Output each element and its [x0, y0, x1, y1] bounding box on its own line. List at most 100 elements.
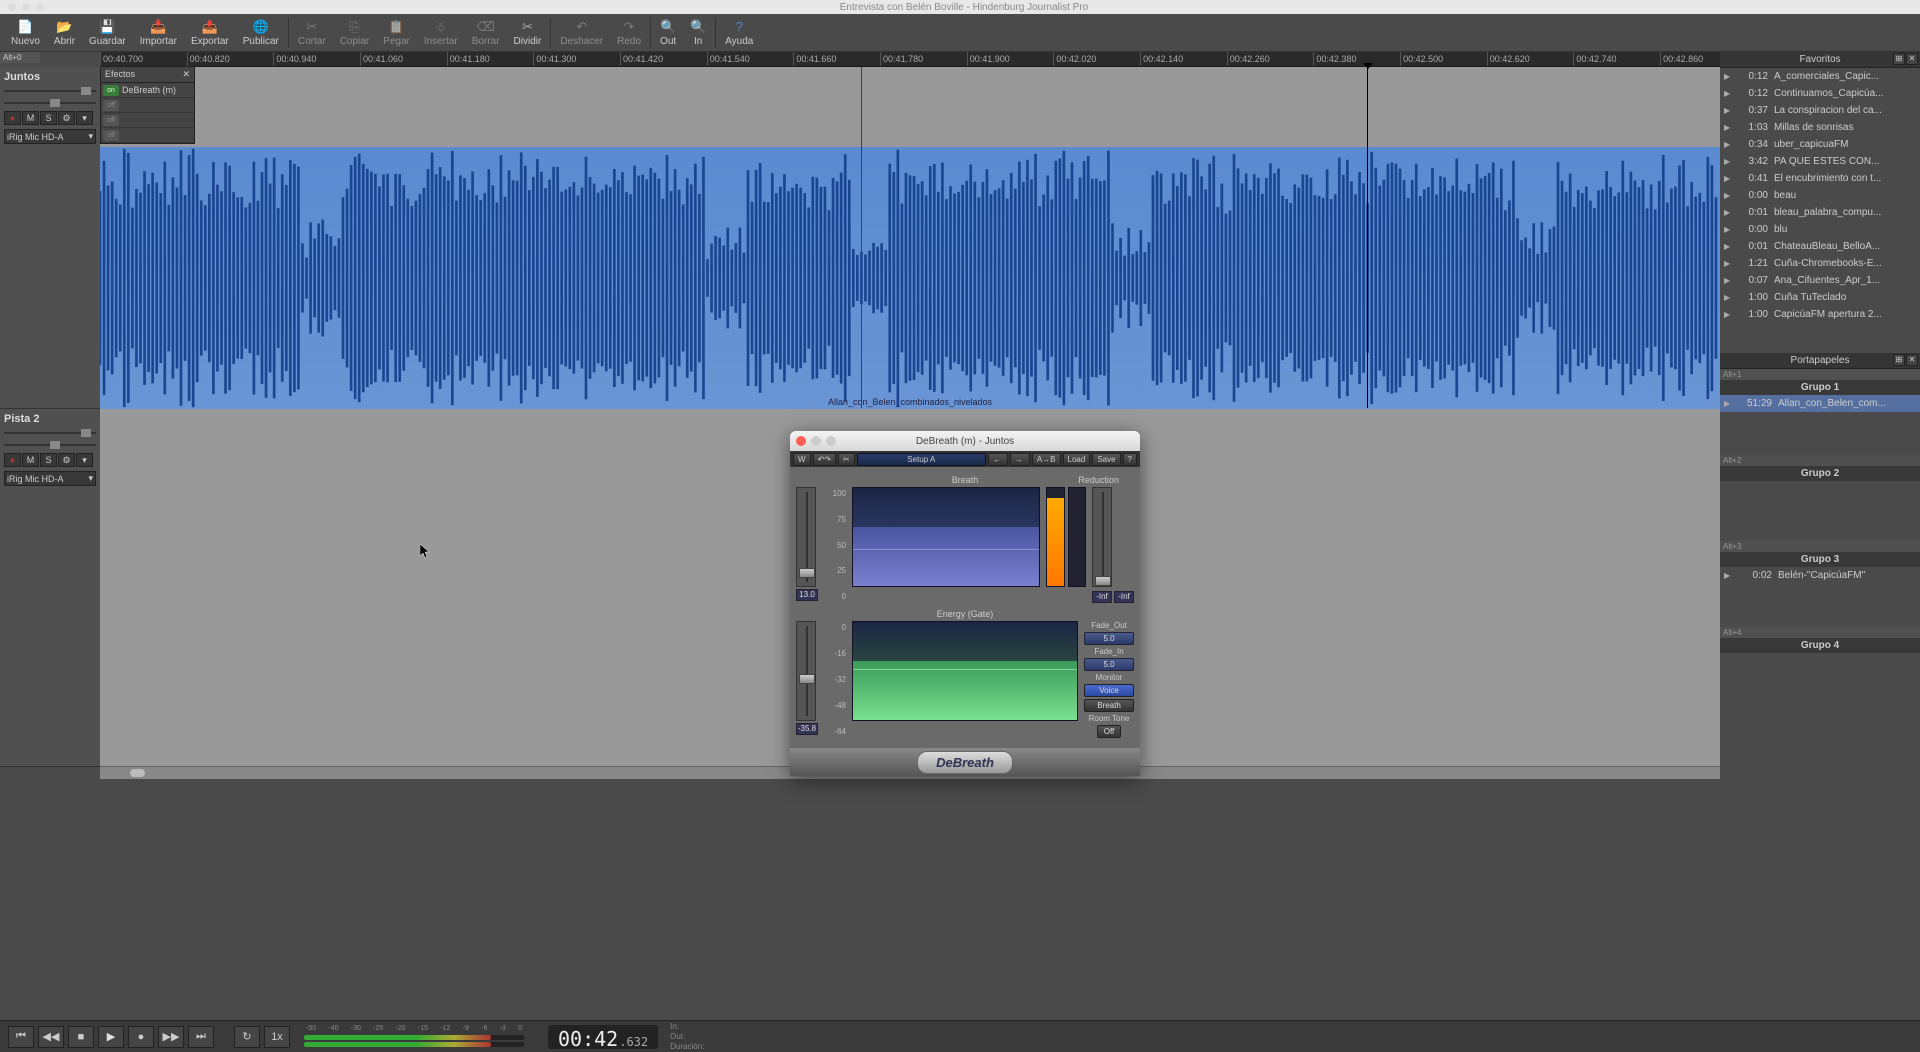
effect-toggle[interactable]: off — [103, 100, 119, 111]
favorite-item[interactable]: ▶0:00blu — [1720, 221, 1920, 238]
effect-slot[interactable]: off — [101, 98, 194, 113]
rewind-button[interactable]: ◀◀ — [38, 1026, 64, 1048]
goto-start-button[interactable]: ⏮ — [8, 1026, 34, 1048]
pan-slider[interactable] — [4, 87, 96, 95]
play-icon[interactable]: ▶ — [1724, 89, 1734, 98]
forward-button[interactable]: ▶▶ — [158, 1026, 184, 1048]
favorite-item[interactable]: ▶1:03Millas de sonrisas — [1720, 119, 1920, 136]
group-header[interactable]: Grupo 3 — [1720, 552, 1920, 567]
toolbar-exportar-button[interactable]: 📤Exportar — [184, 17, 236, 49]
toolbar-abrir-button[interactable]: 📂Abrir — [47, 17, 82, 49]
toolbar-publicar-button[interactable]: 🌐Publicar — [236, 17, 286, 49]
breath-threshold-slider[interactable] — [796, 487, 816, 587]
solo-button[interactable]: S — [40, 453, 57, 467]
input-select[interactable]: iRig Mic HD-A▾ — [4, 129, 96, 144]
energy-threshold-slider[interactable] — [796, 621, 816, 721]
toolbar-insertar-button[interactable]: ⎀Insertar — [417, 17, 465, 49]
effect-slot[interactable]: off — [101, 128, 194, 143]
timeline-ruler[interactable]: Alt+0 00:40.70000:40.82000:40.94000:41.0… — [100, 52, 1920, 67]
play-icon[interactable]: ▶ — [1724, 140, 1734, 149]
load-button[interactable]: Load — [1063, 453, 1091, 466]
panel-opts-icon[interactable]: ⊞ — [1893, 354, 1905, 366]
toolbar-in-button[interactable]: 🔍In — [683, 17, 713, 49]
favorite-item[interactable]: ▶0:41El encubrimiento con t... — [1720, 170, 1920, 187]
play-button[interactable]: ▶ — [98, 1026, 124, 1048]
group-header[interactable]: Grupo 2 — [1720, 466, 1920, 481]
group-header[interactable]: Grupo 1 — [1720, 380, 1920, 395]
reduction-slider[interactable] — [1092, 487, 1112, 587]
monitor-breath-button[interactable]: Breath — [1084, 699, 1134, 712]
fx-button[interactable]: ⚙ — [58, 111, 75, 125]
effect-toggle[interactable]: on — [103, 85, 119, 96]
toolbar-copiar-button[interactable]: ⎘Copiar — [333, 17, 376, 49]
help-button[interactable]: ? — [1123, 453, 1137, 466]
clipboard-item[interactable]: ▶0:02Belén-"CapicúaFM" — [1720, 567, 1920, 584]
loop-button[interactable]: ↻ — [234, 1026, 260, 1048]
toolbar-nuevo-button[interactable]: 📄Nuevo — [4, 17, 47, 49]
toolbar-dividir-button[interactable]: ✂Dividir — [507, 17, 549, 49]
breath-threshold-value[interactable]: 13.0 — [796, 589, 818, 601]
play-icon[interactable]: ▶ — [1724, 259, 1734, 268]
solo-button[interactable]: S — [40, 111, 57, 125]
close-icon[interactable]: ✕ — [182, 69, 190, 80]
favorite-item[interactable]: ▶3:42PA QUE ESTES CON... — [1720, 153, 1920, 170]
track-name[interactable]: Pista 2 — [4, 413, 96, 425]
minimize-icon[interactable] — [811, 436, 821, 446]
record-arm-button[interactable]: ● — [4, 111, 21, 125]
mute-button[interactable]: M — [22, 453, 39, 467]
panel-close-icon[interactable]: ✕ — [1906, 354, 1918, 366]
energy-threshold-value[interactable]: -35.8 — [796, 723, 818, 735]
more-button[interactable]: ▾ — [76, 453, 93, 467]
audio-clip[interactable]: Allan_con_Belen_combinados_nivelados — [100, 147, 1720, 409]
toolbar-borrar-button[interactable]: ⌫Borrar — [465, 17, 507, 49]
toolbar-deshacer-button[interactable]: ↶Deshacer — [553, 17, 610, 49]
favorite-item[interactable]: ▶1:00Cuña TuTeclado — [1720, 289, 1920, 306]
favorite-item[interactable]: ▶0:01bleau_palabra_compu... — [1720, 204, 1920, 221]
plugin-window[interactable]: DeBreath (m) - Juntos W ↶↷ ✂ Setup A ← →… — [790, 431, 1140, 776]
toolbar-redo-button[interactable]: ↷Redo — [610, 17, 648, 49]
play-icon[interactable]: ▶ — [1724, 242, 1734, 251]
effect-slot[interactable]: off — [101, 113, 194, 128]
play-icon[interactable]: ▶ — [1724, 310, 1734, 319]
favorite-item[interactable]: ▶0:12Continuamos_Capicúa... — [1720, 85, 1920, 102]
clipboard-item[interactable]: ▶51:29Allan_con_Belen_com... — [1720, 395, 1920, 412]
favorite-item[interactable]: ▶0:12A_comerciales_Capic... — [1720, 68, 1920, 85]
play-icon[interactable]: ▶ — [1724, 174, 1734, 183]
playhead[interactable] — [1367, 67, 1368, 408]
play-icon[interactable]: ▶ — [1724, 191, 1734, 200]
play-icon[interactable]: ▶ — [1724, 106, 1734, 115]
monitor-voice-button[interactable]: Voice — [1084, 684, 1134, 697]
fx-button[interactable]: ⚙ — [58, 453, 75, 467]
cut-button[interactable]: ✂ — [838, 453, 855, 466]
input-select[interactable]: iRig Mic HD-A▾ — [4, 471, 96, 486]
favorite-item[interactable]: ▶0:07Ana_Cifuentes_Apr_1... — [1720, 272, 1920, 289]
favorite-item[interactable]: ▶0:37La conspiracion del ca... — [1720, 102, 1920, 119]
volume-slider[interactable] — [4, 441, 96, 449]
waves-button[interactable]: W — [793, 453, 811, 466]
toolbar-pegar-button[interactable]: 📋Pegar — [376, 17, 417, 49]
favorite-item[interactable]: ▶1:21Cuña-Chromebooks-E... — [1720, 255, 1920, 272]
preset-select[interactable]: Setup A — [857, 453, 986, 466]
traffic-lights[interactable] — [8, 3, 44, 11]
goto-end-button[interactable]: ⏭ — [188, 1026, 214, 1048]
track-lane-1[interactable]: Efectos✕ onDeBreath (m)offoffoff Allan_c… — [100, 67, 1720, 409]
record-arm-button[interactable]: ● — [4, 453, 21, 467]
track-name[interactable]: Juntos — [4, 71, 96, 83]
effect-toggle[interactable]: off — [103, 130, 119, 141]
fade-in-value[interactable]: 5.0 — [1084, 658, 1134, 671]
play-icon[interactable]: ▶ — [1724, 123, 1734, 132]
speed-button[interactable]: 1x — [264, 1026, 290, 1048]
favorite-item[interactable]: ▶0:00beau — [1720, 187, 1920, 204]
favorite-item[interactable]: ▶0:34uber_capicuaFM — [1720, 136, 1920, 153]
save-button[interactable]: Save — [1092, 453, 1120, 466]
group-header[interactable]: Grupo 4 — [1720, 638, 1920, 653]
toolbar-out-button[interactable]: 🔍Out — [653, 17, 683, 49]
play-icon[interactable]: ▶ — [1724, 225, 1734, 234]
play-icon[interactable]: ▶ — [1724, 208, 1734, 217]
plugin-titlebar[interactable]: DeBreath (m) - Juntos — [790, 431, 1140, 451]
panel-close-icon[interactable]: ✕ — [1906, 53, 1918, 65]
panel-opts-icon[interactable]: ⊞ — [1893, 53, 1905, 65]
toolbar-importar-button[interactable]: 📥Importar — [133, 17, 184, 49]
next-preset-button[interactable]: → — [1010, 453, 1030, 466]
prev-preset-button[interactable]: ← — [988, 453, 1008, 466]
